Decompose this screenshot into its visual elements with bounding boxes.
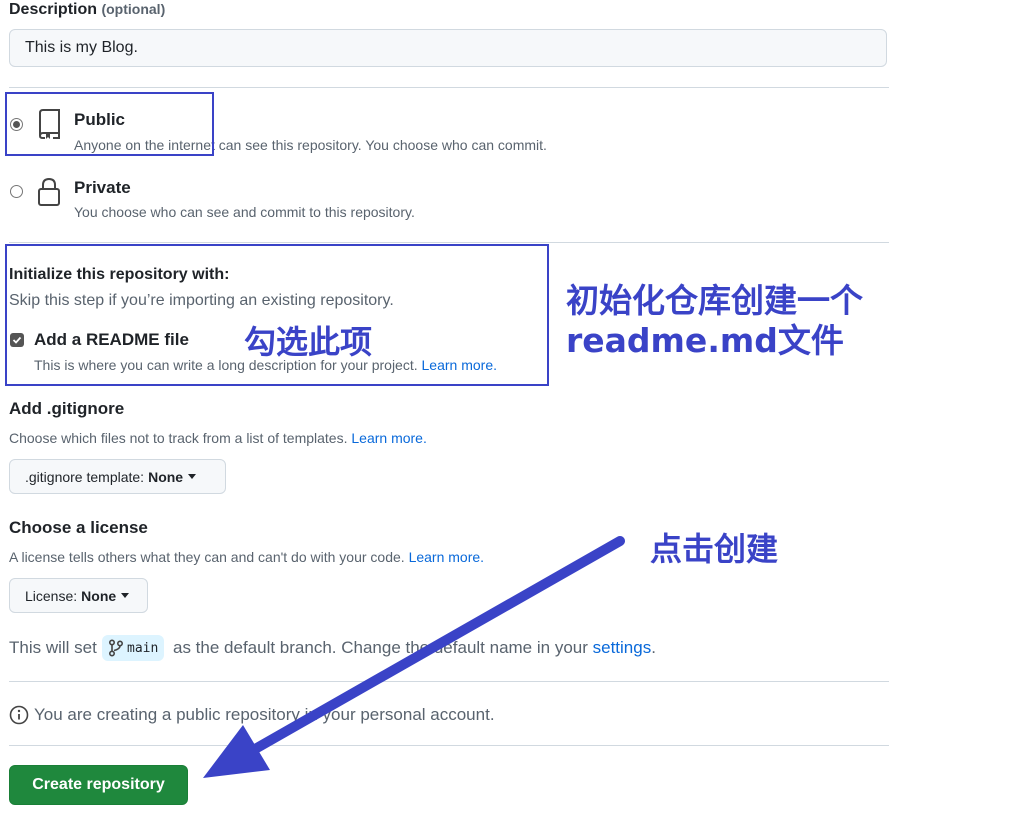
arrow-icon xyxy=(203,536,625,778)
